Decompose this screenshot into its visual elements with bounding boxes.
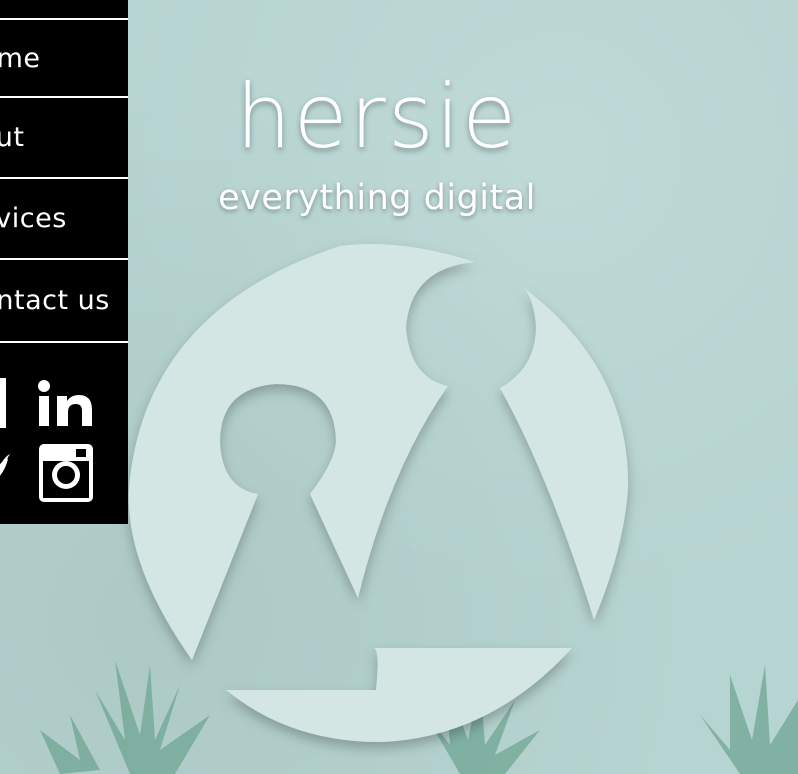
brand-tagline: everything digital (218, 178, 536, 218)
linkedin-icon[interactable] (38, 380, 94, 430)
twitter-icon[interactable] (0, 450, 12, 494)
nav-item-label: home (0, 43, 41, 74)
instagram-icon[interactable] (38, 443, 94, 507)
nav-item-label: services (0, 203, 67, 234)
nav-item-services[interactable]: services (0, 177, 128, 259)
nav-item-label: contact us (0, 285, 110, 316)
hersie-logo (128, 244, 629, 742)
nav-item-contact-us[interactable]: contact us (0, 258, 128, 342)
nav-item-label: about (0, 122, 25, 153)
nav-item-about[interactable]: about (0, 96, 128, 178)
brand-title: hersie (235, 65, 519, 168)
nav-divider (0, 341, 128, 343)
facebook-icon[interactable] (0, 378, 6, 432)
nav-item-home[interactable]: home (0, 18, 128, 98)
sidebar-nav: home about services contact us (0, 0, 128, 524)
